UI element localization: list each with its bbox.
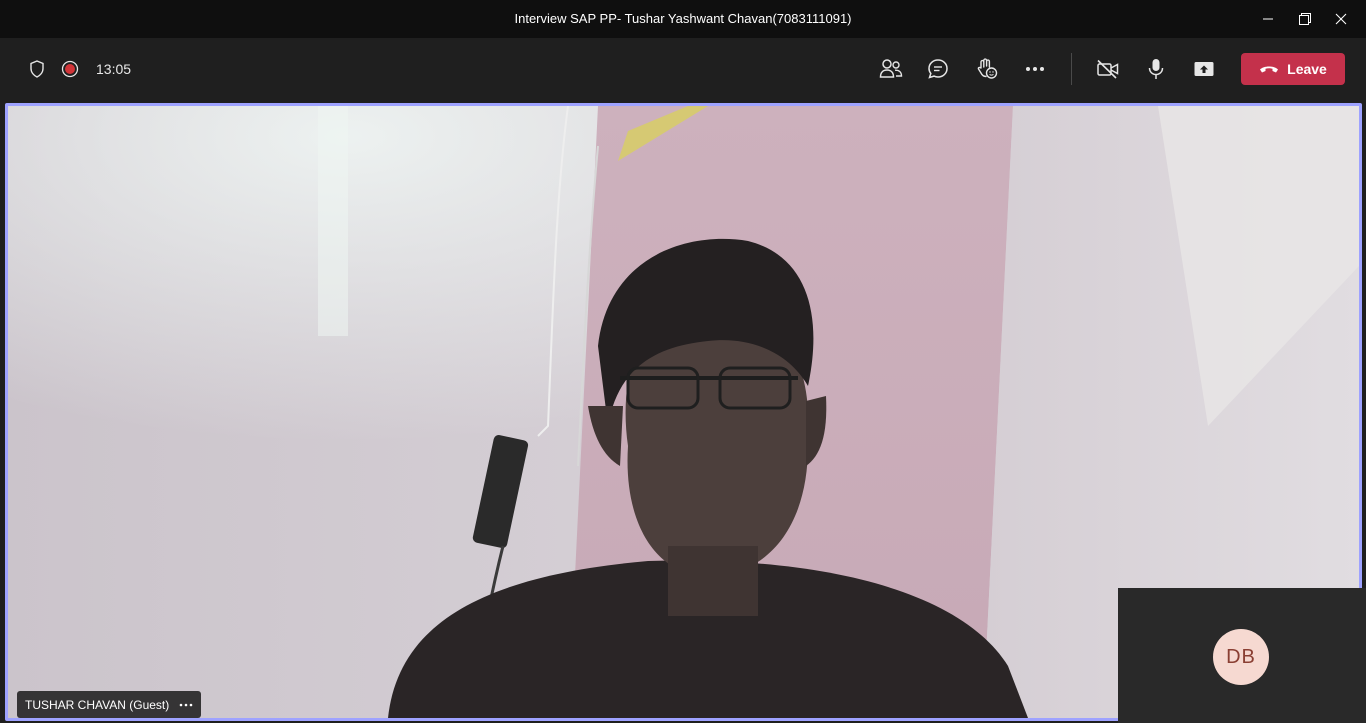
toolbar-divider bbox=[1071, 53, 1072, 85]
raise-hand-icon bbox=[977, 58, 998, 79]
minimize-icon bbox=[1263, 18, 1273, 20]
chat-button[interactable] bbox=[920, 52, 956, 86]
raise-hand-button[interactable] bbox=[969, 52, 1005, 86]
self-view-tile[interactable]: DB bbox=[1118, 588, 1366, 723]
camera-off-icon bbox=[1097, 59, 1119, 79]
participant-more-icon[interactable] bbox=[179, 703, 193, 707]
microphone-toggle-button[interactable] bbox=[1138, 52, 1174, 86]
participant-name-tag: TUSHAR CHAVAN (Guest) bbox=[17, 691, 202, 718]
restore-icon bbox=[1299, 13, 1311, 25]
shield-icon[interactable] bbox=[26, 58, 48, 80]
participant-name: TUSHAR CHAVAN (Guest) bbox=[25, 697, 170, 712]
leave-label: Leave bbox=[1287, 61, 1327, 77]
phone-hangup-icon bbox=[1260, 66, 1279, 73]
people-button[interactable] bbox=[873, 52, 909, 86]
more-actions-button[interactable] bbox=[1017, 52, 1053, 86]
share-screen-button[interactable] bbox=[1186, 52, 1222, 86]
close-icon bbox=[1335, 13, 1347, 25]
people-icon bbox=[879, 59, 903, 78]
share-screen-icon bbox=[1194, 62, 1214, 76]
window-titlebar: Interview SAP PP- Tushar Yashwant Chavan… bbox=[0, 0, 1366, 38]
window-title: Interview SAP PP- Tushar Yashwant Chavan… bbox=[514, 11, 852, 26]
meeting-info: 13:05 bbox=[26, 58, 131, 80]
close-button[interactable] bbox=[1318, 0, 1364, 38]
self-avatar: DB bbox=[1213, 629, 1269, 685]
meeting-toolbar: 13:05 Leave bbox=[0, 38, 1366, 101]
camera-toggle-button[interactable] bbox=[1090, 52, 1126, 86]
more-actions-icon bbox=[1026, 67, 1044, 71]
meeting-timer: 13:05 bbox=[96, 61, 132, 77]
chat-icon bbox=[928, 59, 948, 79]
leave-button[interactable]: Leave bbox=[1241, 53, 1345, 85]
recording-icon[interactable] bbox=[59, 58, 81, 80]
microphone-icon bbox=[1148, 59, 1164, 79]
